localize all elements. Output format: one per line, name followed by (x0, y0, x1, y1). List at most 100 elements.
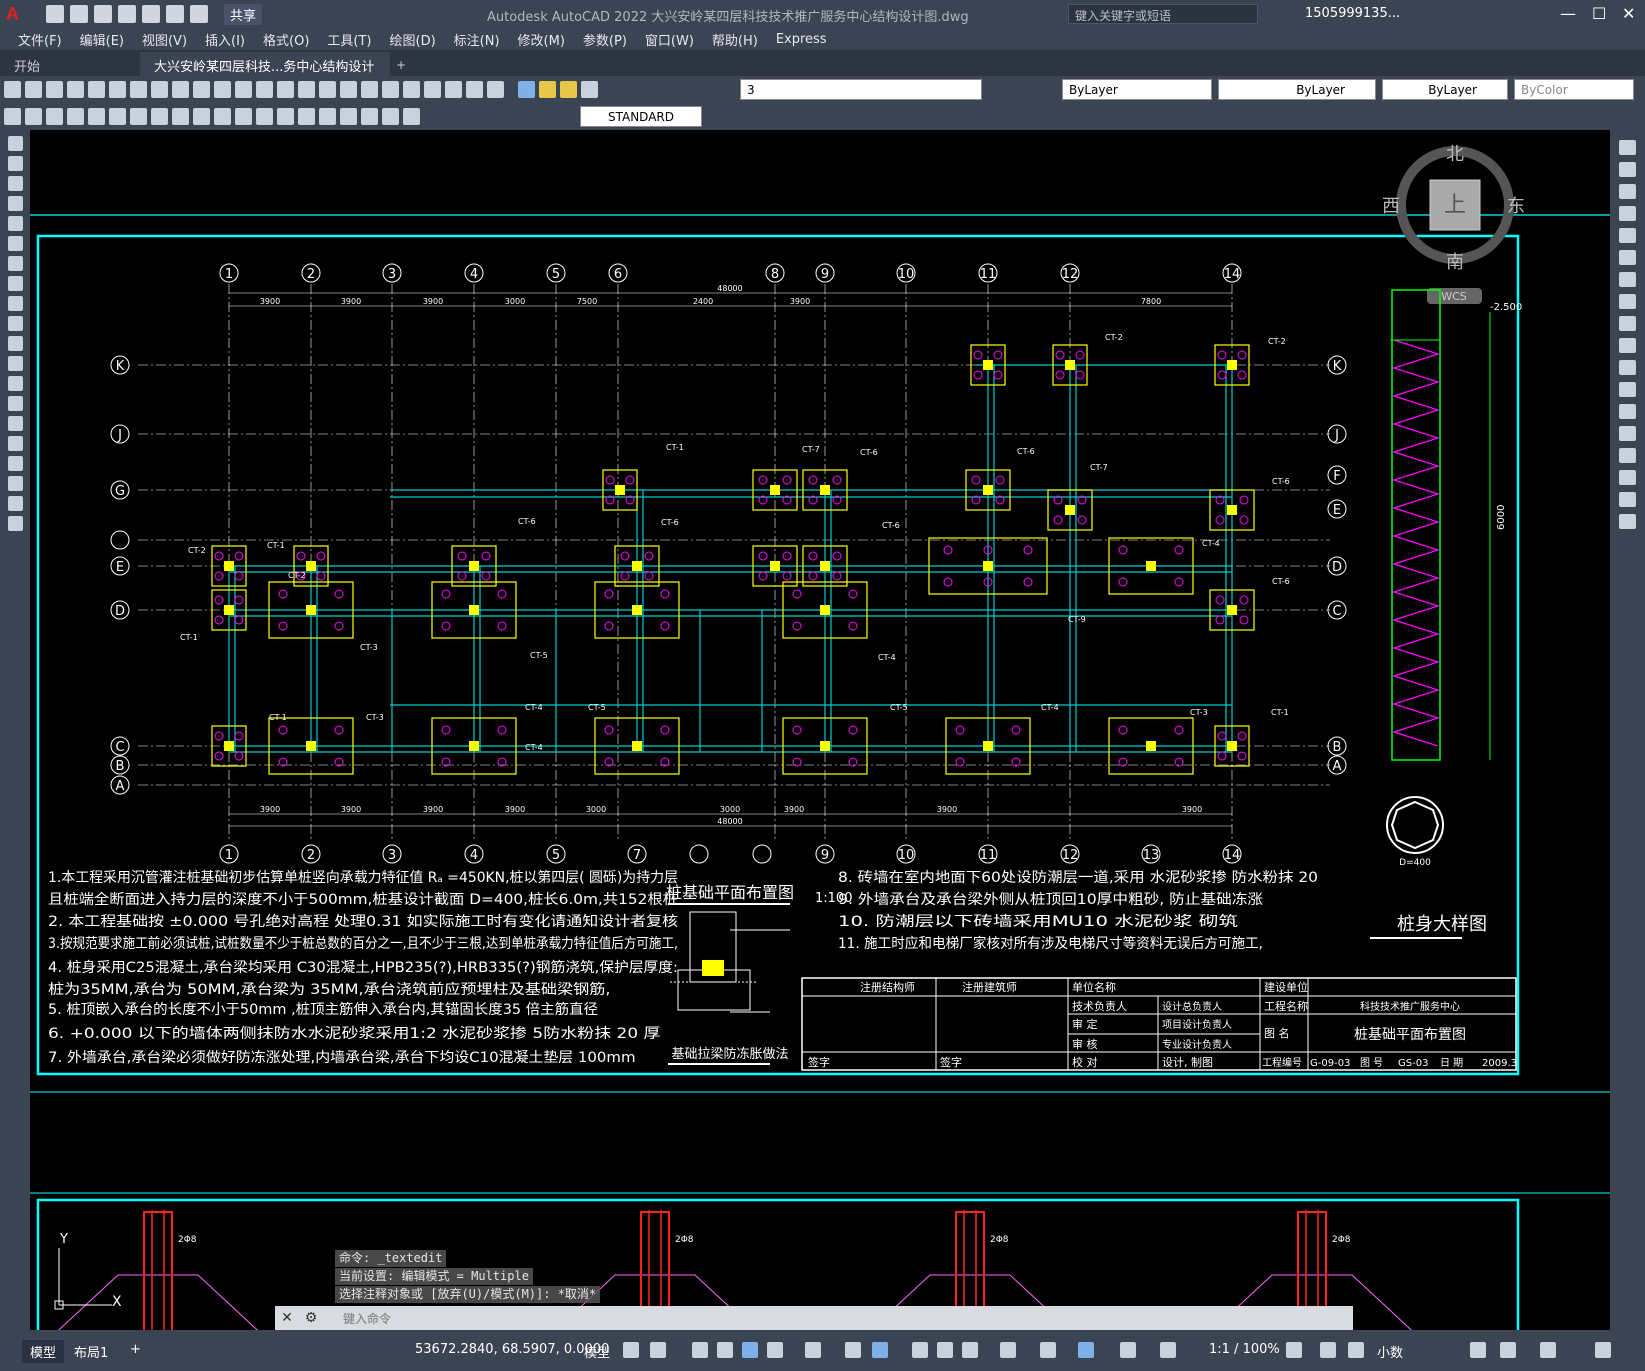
preview-icon[interactable] (88, 81, 105, 98)
minimize-icon[interactable]: — (1560, 4, 1576, 23)
lineweight-dropdown[interactable]: ByLayer (1382, 79, 1508, 100)
share-button[interactable]: 共享 (224, 3, 263, 25)
viewcube[interactable]: 上 北 南 东 西 WCS (1382, 144, 1525, 304)
design-center-icon[interactable] (382, 81, 399, 98)
layer-freeze-icon[interactable] (560, 81, 577, 98)
block-icon[interactable] (214, 81, 231, 98)
open-icon[interactable] (25, 81, 42, 98)
dim-textedit-icon[interactable] (382, 108, 399, 125)
copy-icon[interactable] (151, 81, 168, 98)
3d-osnap-icon[interactable] (1000, 1342, 1016, 1358)
menu-edit[interactable]: 编辑(E) (80, 30, 124, 49)
menu-insert[interactable]: 插入(I) (205, 30, 245, 49)
plotstyle-dropdown[interactable]: ByColor (1514, 79, 1634, 100)
blend-icon[interactable] (1619, 492, 1636, 507)
undo-icon[interactable] (166, 5, 184, 23)
point-icon[interactable] (7, 396, 23, 411)
erase-icon[interactable] (1619, 140, 1636, 155)
layer-dropdown[interactable]: 3 (740, 79, 982, 100)
dim-aligned-icon[interactable] (25, 108, 42, 125)
add-layout-button[interactable]: + (122, 1340, 149, 1359)
mirror-icon[interactable] (1619, 184, 1636, 199)
dim-diameter-icon[interactable] (130, 108, 147, 125)
ellipse-arc-icon[interactable] (7, 336, 23, 351)
break-icon[interactable] (1619, 404, 1636, 419)
undo-icon[interactable] (235, 81, 252, 98)
tab-layout1[interactable]: 布局1 (66, 1340, 116, 1363)
spline-icon[interactable] (7, 296, 23, 311)
transparency-icon[interactable] (937, 1342, 953, 1358)
layer-lock-icon[interactable] (581, 81, 598, 98)
join-icon[interactable] (1619, 426, 1636, 441)
redo-icon[interactable] (256, 81, 273, 98)
circle-icon[interactable] (7, 256, 23, 271)
dim-update-icon[interactable] (403, 108, 420, 125)
line-icon[interactable] (7, 136, 23, 151)
stretch-icon[interactable] (1619, 316, 1636, 331)
hardware-accel-icon[interactable] (1500, 1342, 1516, 1358)
dim-linear-icon[interactable] (4, 108, 21, 125)
sheet-set-icon[interactable] (424, 81, 441, 98)
annotation-monitor-icon[interactable] (1320, 1342, 1336, 1358)
dim-edit-icon[interactable] (361, 108, 378, 125)
center-mark-icon[interactable] (298, 108, 315, 125)
autocad-logo[interactable]: A (6, 3, 28, 25)
infer-icon[interactable] (692, 1342, 708, 1358)
menu-parametric[interactable]: 参数(P) (583, 30, 627, 49)
menu-view[interactable]: 视图(V) (142, 30, 187, 49)
offset-icon[interactable] (1619, 206, 1636, 221)
dynamic-ucs-icon[interactable] (1040, 1342, 1056, 1358)
paste-icon[interactable] (172, 81, 189, 98)
gradient-icon[interactable] (7, 436, 23, 451)
dim-space-icon[interactable] (235, 108, 252, 125)
trim-icon[interactable] (1619, 338, 1636, 353)
dynamic-input-icon[interactable] (717, 1342, 733, 1358)
qnew-icon[interactable] (4, 81, 21, 98)
drawing-canvas[interactable]: 上 北 南 东 西 WCS 1 2 3 4 5 6 8 9 10 11 12 14 1 2 3 4 5 7 9 10 1… (30, 130, 1610, 1330)
clean-screen-icon[interactable] (1540, 1342, 1556, 1358)
tolerance-icon[interactable] (277, 108, 294, 125)
polygon-icon[interactable] (7, 196, 23, 211)
scale-icon[interactable] (1619, 294, 1636, 309)
open-file-icon[interactable] (70, 5, 88, 23)
insert-block-icon[interactable] (7, 356, 23, 371)
help-icon[interactable] (487, 81, 504, 98)
dim-arc-icon[interactable] (46, 108, 63, 125)
customization-icon[interactable] (1595, 1342, 1611, 1358)
dim-continue-icon[interactable] (214, 108, 231, 125)
command-input[interactable]: 键入命令 (343, 1310, 391, 1327)
matchprop-icon[interactable] (193, 81, 210, 98)
menu-modify[interactable]: 修改(M) (518, 30, 565, 49)
menu-help[interactable]: 帮助(H) (712, 30, 758, 49)
add-selected-icon[interactable] (7, 516, 23, 531)
print-icon[interactable] (142, 5, 160, 23)
selection-cycling-icon[interactable] (962, 1342, 978, 1358)
search-input[interactable]: 键入关键字或短语 (1068, 4, 1258, 24)
dimstyle-dropdown[interactable]: STANDARD (580, 106, 702, 127)
inspect-icon[interactable] (319, 108, 336, 125)
polar-icon[interactable] (767, 1342, 783, 1358)
explode-icon[interactable] (1619, 514, 1636, 529)
model-space-button[interactable]: 模型 (584, 1342, 610, 1361)
copy-obj-icon[interactable] (1619, 162, 1636, 177)
tool-palette-icon[interactable] (403, 81, 420, 98)
menu-file[interactable]: 文件(F) (18, 30, 62, 49)
object-tracking-icon[interactable] (845, 1342, 861, 1358)
new-file-icon[interactable] (46, 5, 64, 23)
menu-dimension[interactable]: 标注(N) (454, 30, 500, 49)
isolate-objects-icon[interactable] (1470, 1342, 1486, 1358)
mtext-icon[interactable] (7, 496, 23, 511)
qdim-icon[interactable] (172, 108, 189, 125)
close-icon[interactable]: ✕ (1622, 4, 1635, 23)
menu-window[interactable]: 窗口(W) (645, 30, 694, 49)
region-icon[interactable] (7, 456, 23, 471)
table-icon[interactable] (7, 476, 23, 491)
layer-properties-icon[interactable] (518, 81, 535, 98)
layer-on-icon[interactable] (539, 81, 556, 98)
menu-format[interactable]: 格式(O) (263, 30, 309, 49)
dim-ordinate-icon[interactable] (67, 108, 84, 125)
osnap-icon[interactable] (872, 1342, 888, 1358)
annotation-visibility-icon[interactable] (1078, 1342, 1094, 1358)
lineweight-icon[interactable] (912, 1342, 928, 1358)
dim-radius-icon[interactable] (88, 108, 105, 125)
